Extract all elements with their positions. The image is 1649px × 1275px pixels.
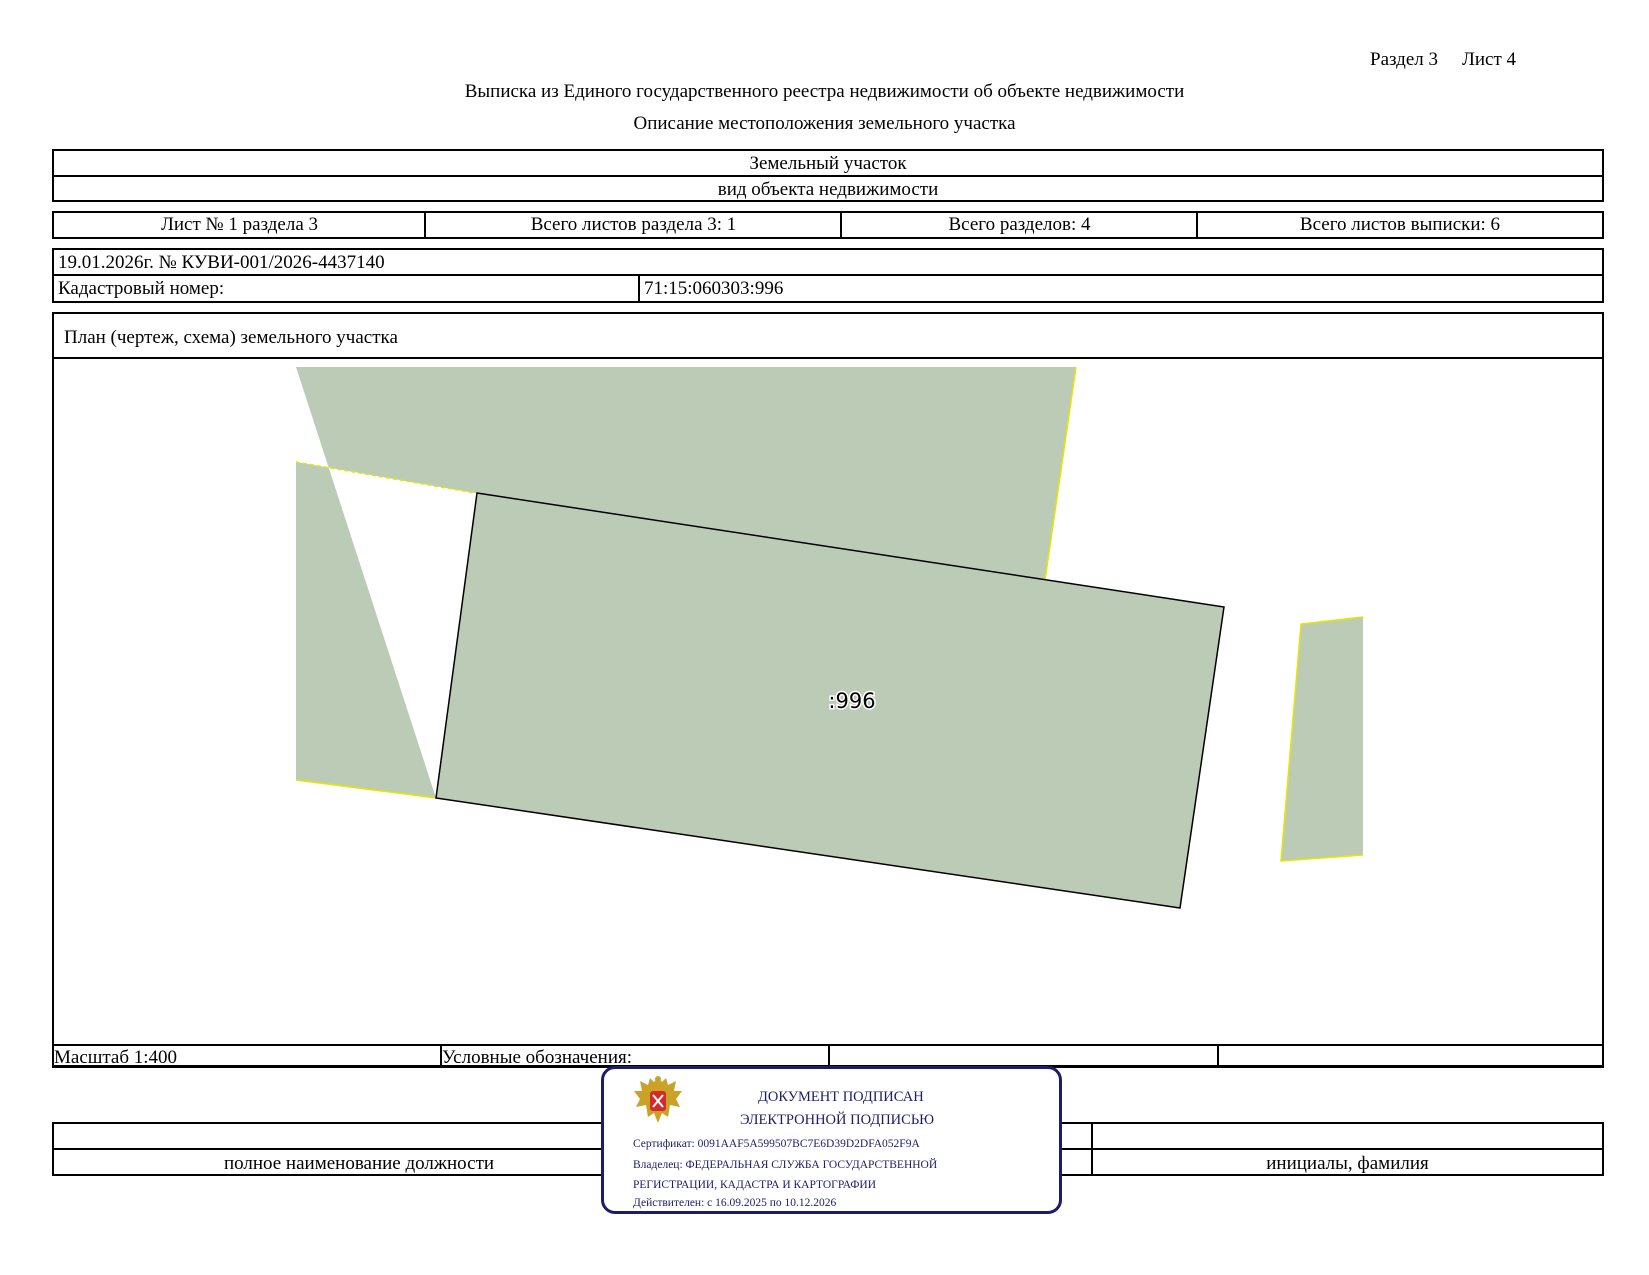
legend-label: Условные обозначения: [442,1047,633,1068]
stamp-valid: Действителен: с 16.09.2025 по 10.12.2026 [633,1197,837,1209]
position-caption: полное наименование должности [223,1153,495,1174]
parcel-label: :996 [828,689,875,713]
coat-of-arms-icon [634,1076,682,1123]
neighbor-parcel-right [1281,617,1363,861]
stamp-owner-line2: РЕГИСТРАЦИИ, КАДАСТРА И КАРТОГРАФИИ [633,1179,877,1191]
stamp-line1: ДОКУМЕНТ ПОДПИСАН [758,1089,924,1105]
name-caption: инициалы, фамилия [1266,1153,1429,1174]
scale-legend-row: Масштаб 1:400 Условные обозначения: [52,1044,1604,1068]
electronic-signature-stamp: ДОКУМЕНТ ПОДПИСАН ЭЛЕКТРОННОЙ ПОДПИСЬЮ С… [601,1066,1062,1214]
stamp-owner-line1: Владелец: ФЕДЕРАЛЬНАЯ СЛУЖБА ГОСУДАРСТВЕ… [633,1159,938,1171]
stamp-line2: ЭЛЕКТРОННОЙ ПОДПИСЬЮ [740,1112,935,1128]
scale-label: Масштаб 1:400 [54,1047,178,1068]
stamp-certificate: Сертификат: 0091AAF5A599507BC7E6D39D2DFA… [633,1138,920,1150]
